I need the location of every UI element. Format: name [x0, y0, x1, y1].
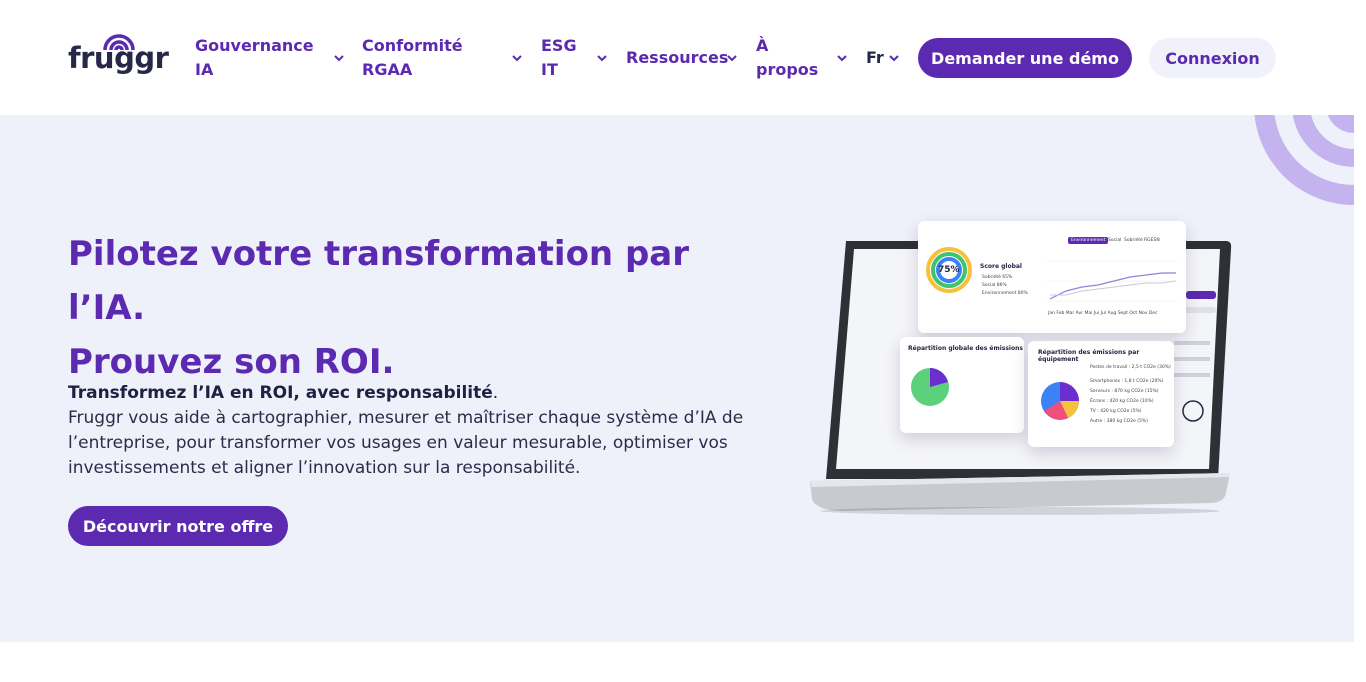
- tab-sobriete: Sobriété: [1124, 238, 1143, 243]
- score-item: Environnement 80%: [982, 291, 1028, 296]
- tab-environnement: Environnement: [1068, 237, 1109, 244]
- logo-wordmark: fruggr: [68, 41, 169, 75]
- chevron-down-icon[interactable]: [888, 54, 900, 62]
- chevron-down-icon[interactable]: [333, 54, 345, 62]
- fruggr-logo[interactable]: fruggr: [68, 28, 169, 84]
- hero-lead: Transformez l’IA en ROI, avec responsabi…: [68, 381, 758, 406]
- laptop-dashboard-illustration: 75% Score global Sobriété 65% Social 86%…: [806, 211, 1236, 521]
- score-item: Social 86%: [982, 283, 1007, 288]
- nav-esg-it[interactable]: ESG IT: [541, 34, 586, 82]
- panel-global-title: Répartition globale des émissions: [908, 345, 1023, 352]
- equipment-item: Autre : 380 kg CO2e (5%): [1090, 419, 1148, 424]
- nav-label-line2: propos: [756, 60, 819, 79]
- login-button[interactable]: Connexion: [1149, 38, 1276, 78]
- decorative-arcs-icon: [1254, 115, 1354, 205]
- hero-lead-bold: Transformez l’IA en ROI, avec responsabi…: [68, 383, 493, 403]
- hero-title-line1: Pilotez votre transformation par l’IA.: [68, 234, 690, 328]
- hero-title: Pilotez votre transformation par l’IA. P…: [68, 227, 768, 389]
- nav-ressources[interactable]: Ressources: [626, 46, 728, 70]
- language-label: Fr: [866, 48, 884, 67]
- hero-section: Pilotez votre transformation par l’IA. P…: [0, 115, 1354, 642]
- nav-a-propos[interactable]: À propos: [756, 34, 826, 82]
- equipment-item: Postes de travail : 2,5 t CO2e (30%): [1090, 365, 1171, 370]
- discover-offer-button[interactable]: Découvrir notre offre: [68, 506, 288, 546]
- tab-rgesn: RGESN: [1144, 238, 1160, 243]
- score-title: Score global: [980, 263, 1022, 270]
- chevron-down-icon[interactable]: [836, 54, 848, 62]
- equipment-item: Smartphones : 1,8 t CO2e (20%): [1090, 379, 1164, 384]
- equipment-item: Serveurs : 870 kg CO2e (15%): [1090, 389, 1159, 394]
- nav-label-line1: Gouvernance: [195, 36, 314, 55]
- nav-label-line2: IA: [195, 60, 214, 79]
- score-panel: 75% Score global Sobriété 65% Social 86%…: [918, 221, 1186, 333]
- equipment-item: TV : 420 kg CO2e (5%): [1090, 409, 1142, 414]
- global-pie-icon: [911, 368, 949, 406]
- tab-social: Social: [1108, 238, 1122, 243]
- panel-equipment-title: Répartition des émissions par équipement: [1038, 349, 1140, 363]
- hero-body: Fruggr vous aide à cartographier, mesure…: [68, 408, 744, 478]
- hero-lead-end: .: [492, 383, 499, 403]
- chart-months: Jan Feb Mar Avr Mai Jui Jul Aug Sept Oct…: [1048, 311, 1158, 316]
- nav-conformite-rgaa[interactable]: Conformité RGAA: [362, 34, 502, 82]
- nav-label: Ressources: [626, 48, 729, 67]
- nav-label-line1: À: [756, 36, 769, 55]
- nav-label-line1: Conformité: [362, 36, 463, 55]
- chevron-down-icon[interactable]: [596, 54, 608, 62]
- equipment-item: Écrans : 420 kg CO2e (10%): [1090, 399, 1154, 404]
- trend-line-chart-icon: [1046, 260, 1178, 302]
- nav-label-line2: RGAA: [362, 60, 413, 79]
- equipment-pie-icon: [1041, 382, 1079, 420]
- nav-gouvernance-ia[interactable]: Gouvernance IA: [195, 34, 325, 82]
- language-selector[interactable]: Fr: [866, 46, 884, 70]
- score-item: Sobriété 65%: [982, 275, 1013, 280]
- site-header: fruggr Gouvernance IA Conformité RGAA ES…: [0, 0, 1366, 115]
- nav-label-line1: ESG: [541, 36, 577, 55]
- demo-button[interactable]: Demander une démo: [918, 38, 1132, 78]
- equipment-emissions-panel: Répartition des émissions par équipement…: [1028, 341, 1174, 447]
- chevron-down-icon[interactable]: [511, 54, 523, 62]
- nav-label-line2: IT: [541, 60, 558, 79]
- global-emissions-panel: Répartition globale des émissions: [900, 337, 1024, 433]
- chevron-down-icon[interactable]: [726, 54, 738, 62]
- score-value: 75%: [938, 265, 960, 275]
